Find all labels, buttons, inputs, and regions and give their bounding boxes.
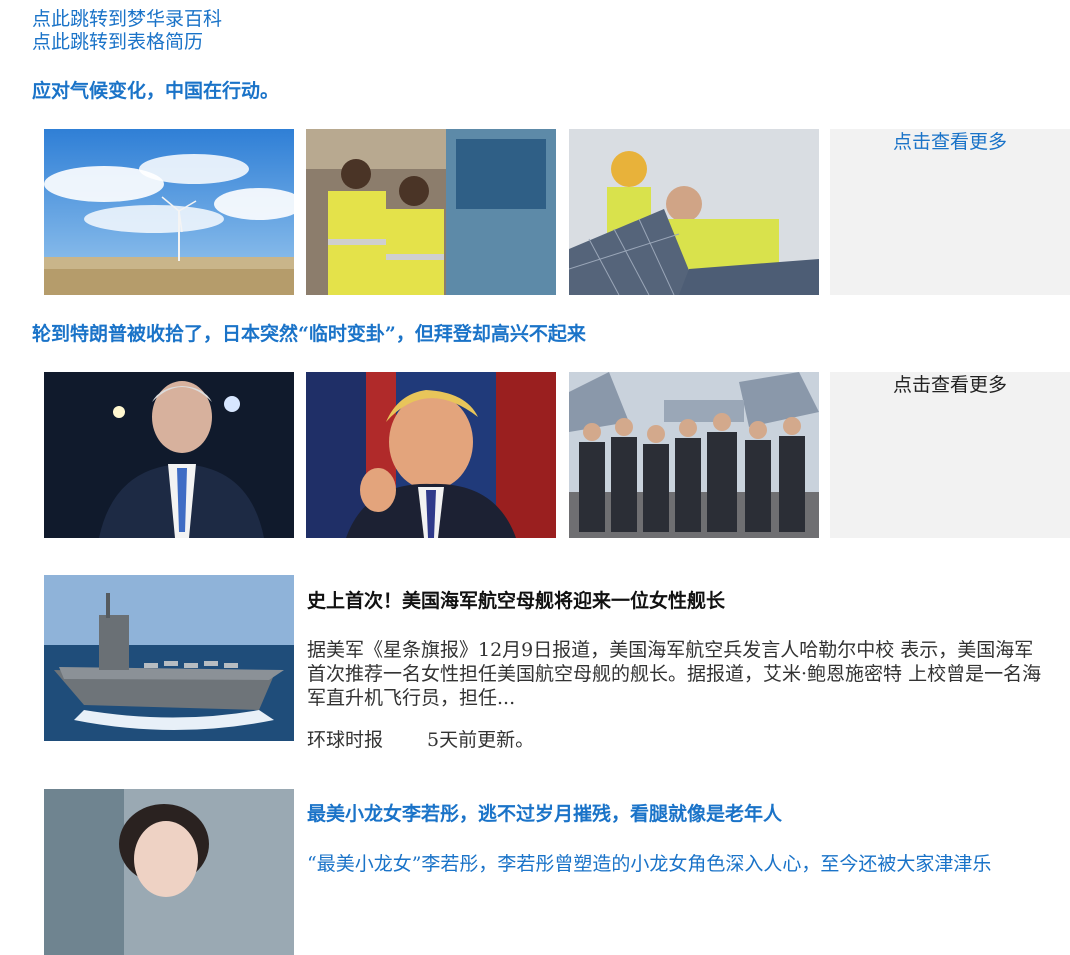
solar-panel-workers-photo[interactable]	[569, 129, 819, 295]
aircraft-carrier-photo[interactable]	[44, 575, 294, 741]
encyclopedia-link[interactable]: 点此跳转到梦华录百科	[32, 8, 222, 31]
trump-photo[interactable]	[306, 372, 556, 538]
article-summary: “最美小龙女”李若彤，李若彤曾塑造的小龙女角色深入人心，至今还被大家津津乐	[307, 853, 992, 875]
article-title[interactable]: 最美小龙女李若彤，逃不过岁月摧残，看腿就像是老年人	[307, 802, 782, 826]
section-title-politics[interactable]: 轮到特朗普被收拾了，日本突然“临时变卦”，但拜登却高兴不起来	[32, 322, 586, 346]
railway-workers-photo[interactable]	[306, 129, 556, 295]
more-button-climate[interactable]: 点击查看更多	[830, 129, 1070, 295]
actress-photo[interactable]	[44, 789, 294, 955]
article-time: 5天前更新。	[427, 729, 535, 751]
article-meta: 环球时报 5天前更新。	[307, 728, 534, 752]
section-title-climate[interactable]: 应对气候变化，中国在行动。	[32, 79, 279, 103]
article-source: 环球时报	[307, 729, 384, 751]
article-title[interactable]: 史上首次！美国海军航空母舰将迎来一位女性舰长	[307, 589, 725, 613]
resume-link[interactable]: 点此跳转到表格简历	[32, 31, 203, 54]
navy-officials-photo[interactable]	[569, 372, 819, 538]
biden-photo[interactable]	[44, 372, 294, 538]
more-button-politics[interactable]: 点击查看更多	[830, 372, 1070, 538]
article-summary: 据美军《星条旗报》12月9日报道，美国海军航空兵发言人哈勒尔中校 表示，美国海军…	[307, 639, 1042, 709]
wind-turbine-photo[interactable]	[44, 129, 294, 295]
